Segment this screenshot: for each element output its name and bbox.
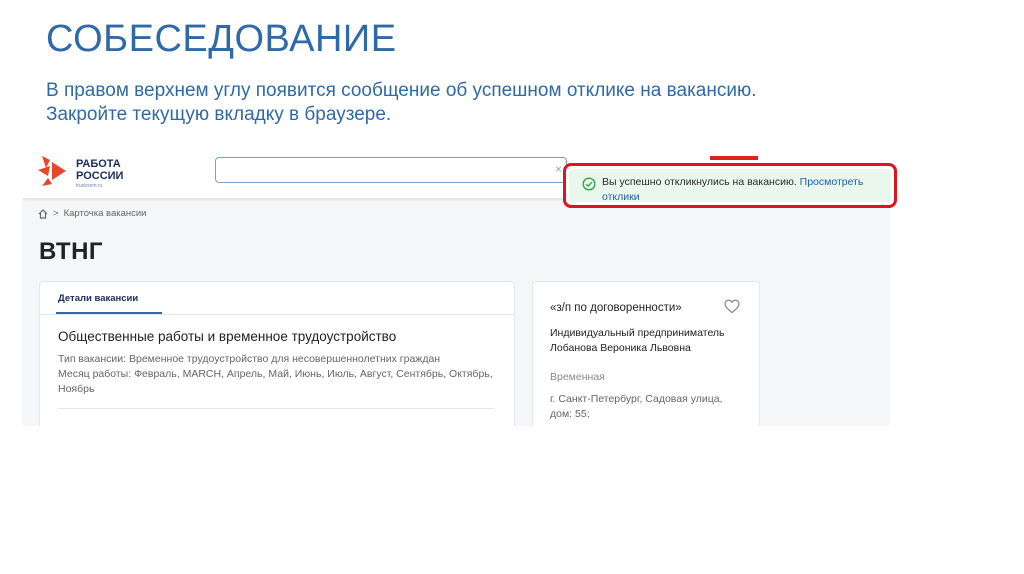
- instruction-line-1: В правом верхнем углу появится сообщение…: [46, 80, 757, 101]
- vacancy-title: ВТНГ: [39, 238, 104, 265]
- employer-address: г. Санкт-Петербург, Садовая улица, дом: …: [550, 393, 723, 420]
- employer-name[interactable]: Индивидуальный предприниматель Лобанова …: [550, 326, 740, 356]
- toast-body: Вы успешно откликнулись на вакансию. Про…: [569, 169, 892, 205]
- salary-text: «з/п по договоренности»: [550, 302, 682, 314]
- logo-line-2: РОССИИ: [76, 170, 124, 182]
- slide-title: СОБЕСЕДОВАНИЕ: [46, 18, 397, 60]
- site-logo[interactable]: РАБОТА РОССИИ trudvsem.ru: [38, 152, 128, 192]
- search-input[interactable]: ×: [215, 157, 567, 183]
- logo-subtitle: trudvsem.ru: [76, 183, 103, 189]
- job-type: Тип вакансии: Временное трудоустройство …: [58, 353, 441, 365]
- vacancy-details-card: Детали вакансии Общественные работы и вр…: [39, 281, 515, 426]
- tab-divider: [40, 314, 514, 315]
- logo-mark-icon: [38, 156, 66, 186]
- job-meta: Тип вакансии: Временное трудоустройство …: [58, 352, 498, 397]
- tab-vacancy-details[interactable]: Детали вакансии: [58, 293, 138, 304]
- logo-line-1: РАБОТА: [76, 158, 121, 170]
- instruction-text: В правом верхнем углу появится сообщение…: [46, 79, 757, 127]
- breadcrumb: > Карточка вакансии: [38, 208, 147, 219]
- logo-text: РАБОТА РОССИИ: [76, 158, 123, 182]
- header-accent-bar: [710, 156, 758, 160]
- employment-type: Временная: [550, 371, 605, 383]
- toast-text: Вы успешно откликнулись на вакансию. Про…: [602, 175, 892, 205]
- job-months: Месяц работы: Февраль, MARCH, Апрель, Ма…: [58, 368, 493, 395]
- breadcrumb-separator: >: [53, 208, 59, 219]
- toast-message: Вы успешно откликнулись на вакансию.: [602, 176, 797, 188]
- instruction-line-2: Закройте текущую вкладку в браузере.: [46, 104, 392, 125]
- section-divider: [58, 408, 494, 409]
- clear-icon[interactable]: ×: [555, 162, 562, 176]
- employer-card: «з/п по договоренности» Индивидуальный п…: [532, 281, 760, 426]
- heart-icon[interactable]: [724, 299, 740, 314]
- job-title: Общественные работы и временное трудоуст…: [58, 329, 397, 344]
- success-toast: Вы успешно откликнулись на вакансию. Про…: [563, 163, 897, 208]
- breadcrumb-current: Карточка вакансии: [63, 208, 147, 219]
- home-icon[interactable]: [38, 208, 48, 219]
- check-circle-icon: [582, 177, 596, 191]
